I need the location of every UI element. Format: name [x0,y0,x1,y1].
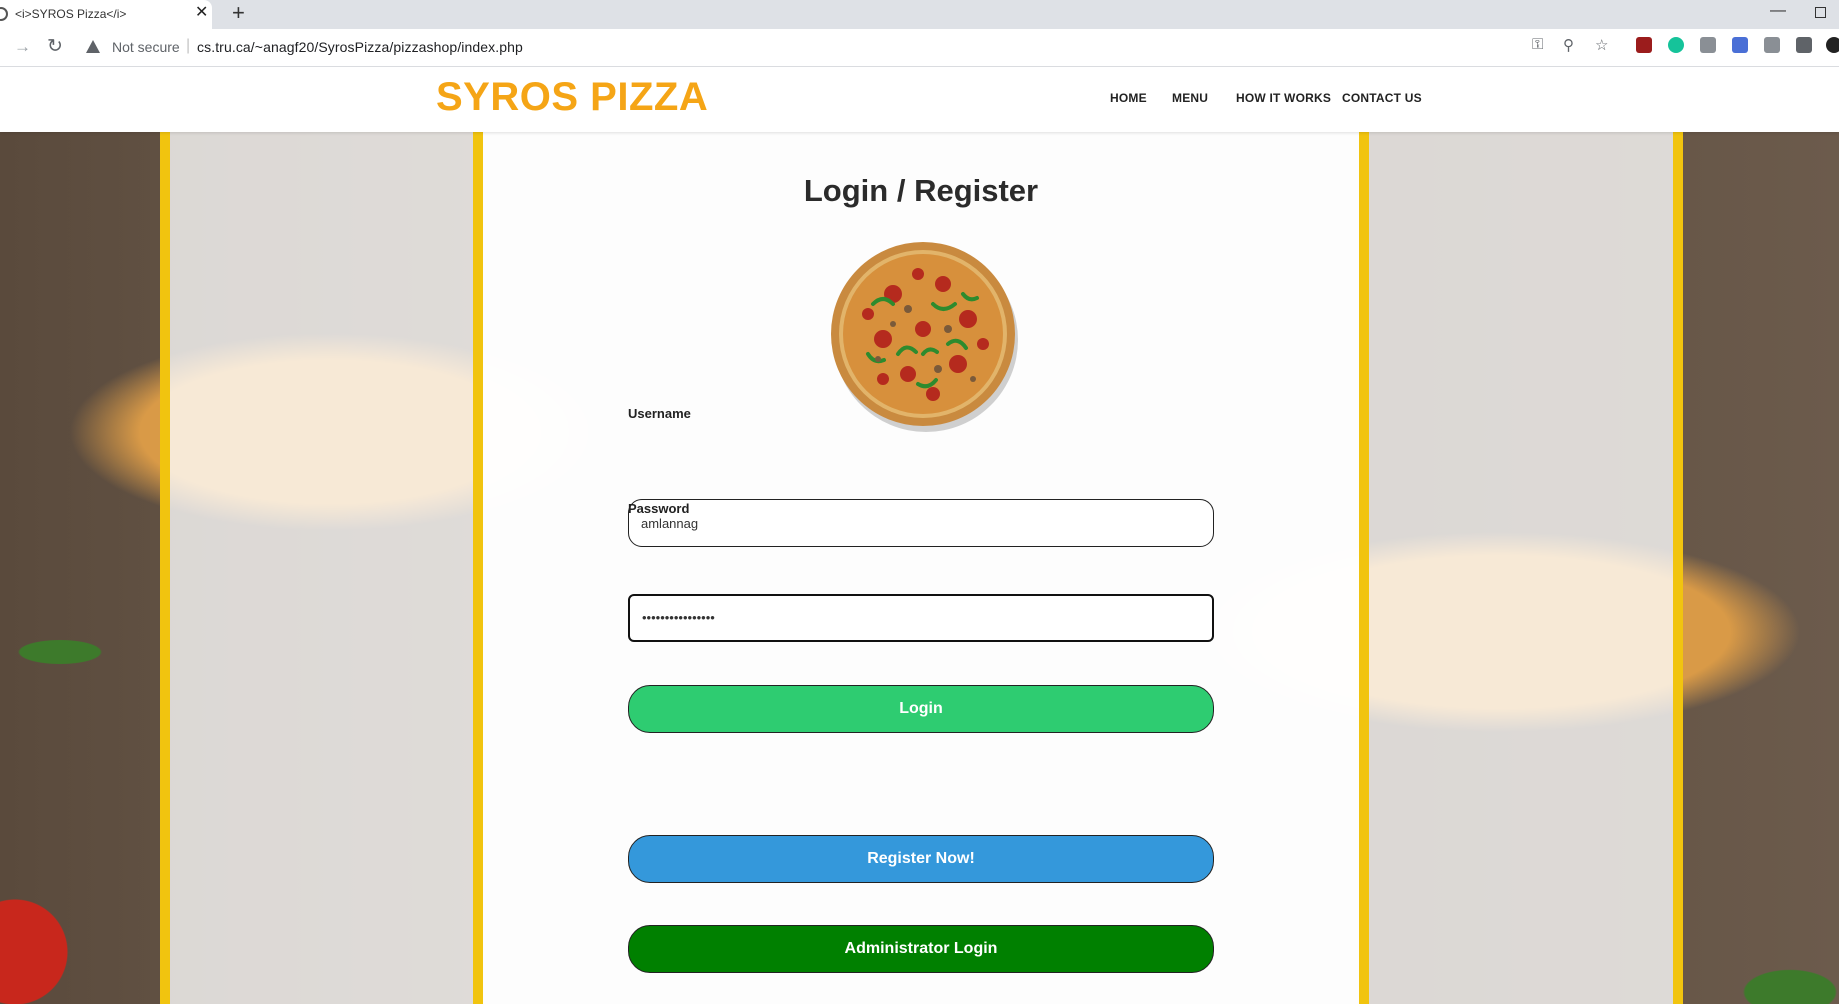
warning-icon [86,40,100,53]
site-logo[interactable]: SYROS PIZZA [436,75,708,120]
pdf-extension-icon[interactable] [1636,37,1652,53]
forward-icon[interactable]: → [14,37,31,57]
browser-tabstrip: <i>SYROS Pizza</i> ✕ + — [0,0,1839,29]
close-tab-icon[interactable]: ✕ [195,5,208,21]
globe-icon [0,7,8,21]
tab-title: <i>SYROS Pizza</i> [15,7,127,21]
grammarly-extension-icon[interactable] [1668,37,1684,53]
flag-extension-icon[interactable] [1764,37,1780,53]
nav-home[interactable]: HOME [1110,91,1147,105]
url-text[interactable]: cs.tru.ca/~anagf20/SyrosPizza/pizzashop/… [197,39,523,55]
new-tab-button[interactable]: + [232,2,245,24]
site-header: SYROS PIZZA HOME MENU HOW IT WORKS CONTA… [0,67,1839,132]
nav-how-it-works[interactable]: HOW IT WORKS [1236,91,1331,105]
url-divider: | [186,37,191,54]
zoom-icon[interactable]: ⚲ [1563,36,1574,54]
key-icon[interactable]: ⚿ [1532,36,1543,53]
reload-icon[interactable]: ↻ [47,35,63,58]
security-label[interactable]: Not secure [112,39,180,55]
nav-menu[interactable]: MENU [1172,91,1208,105]
star-icon[interactable]: ☆ [1595,36,1608,54]
left-inner-bar [473,132,483,1004]
browser-tab[interactable]: <i>SYROS Pizza</i> ✕ [0,0,212,29]
left-outer-bar [160,132,170,1004]
restore-icon[interactable] [1815,7,1826,18]
right-inner-bar [1359,132,1369,1004]
calendar-extension-icon[interactable] [1732,37,1748,53]
right-outer-bar [1673,132,1683,1004]
page-title: Login / Register [803,173,1039,208]
drive-extension-icon[interactable] [1700,37,1716,53]
username-input[interactable] [628,499,1214,547]
pizza-image [831,242,1018,432]
extensions-icon[interactable] [1796,37,1812,53]
browser-toolbar: → ↻ Not secure | cs.tru.ca/~anagf20/Syro… [0,29,1839,67]
username-label: Username [628,406,691,421]
minimize-icon[interactable]: — [1770,2,1786,20]
page-viewport: SYROS PIZZA HOME MENU HOW IT WORKS CONTA… [0,67,1839,1004]
avatar[interactable] [1826,37,1839,53]
password-label: Password [628,501,690,516]
nav-contact-us[interactable]: CONTACT US [1342,91,1422,105]
login-button[interactable]: Login [628,685,1214,733]
admin-login-button[interactable]: Administrator Login [628,925,1214,973]
register-button[interactable]: Register Now! [628,835,1214,883]
password-input[interactable]: •••••••••••••••• [628,594,1214,642]
address-bar[interactable]: Not secure | cs.tru.ca/~anagf20/SyrosPiz… [74,31,1622,63]
